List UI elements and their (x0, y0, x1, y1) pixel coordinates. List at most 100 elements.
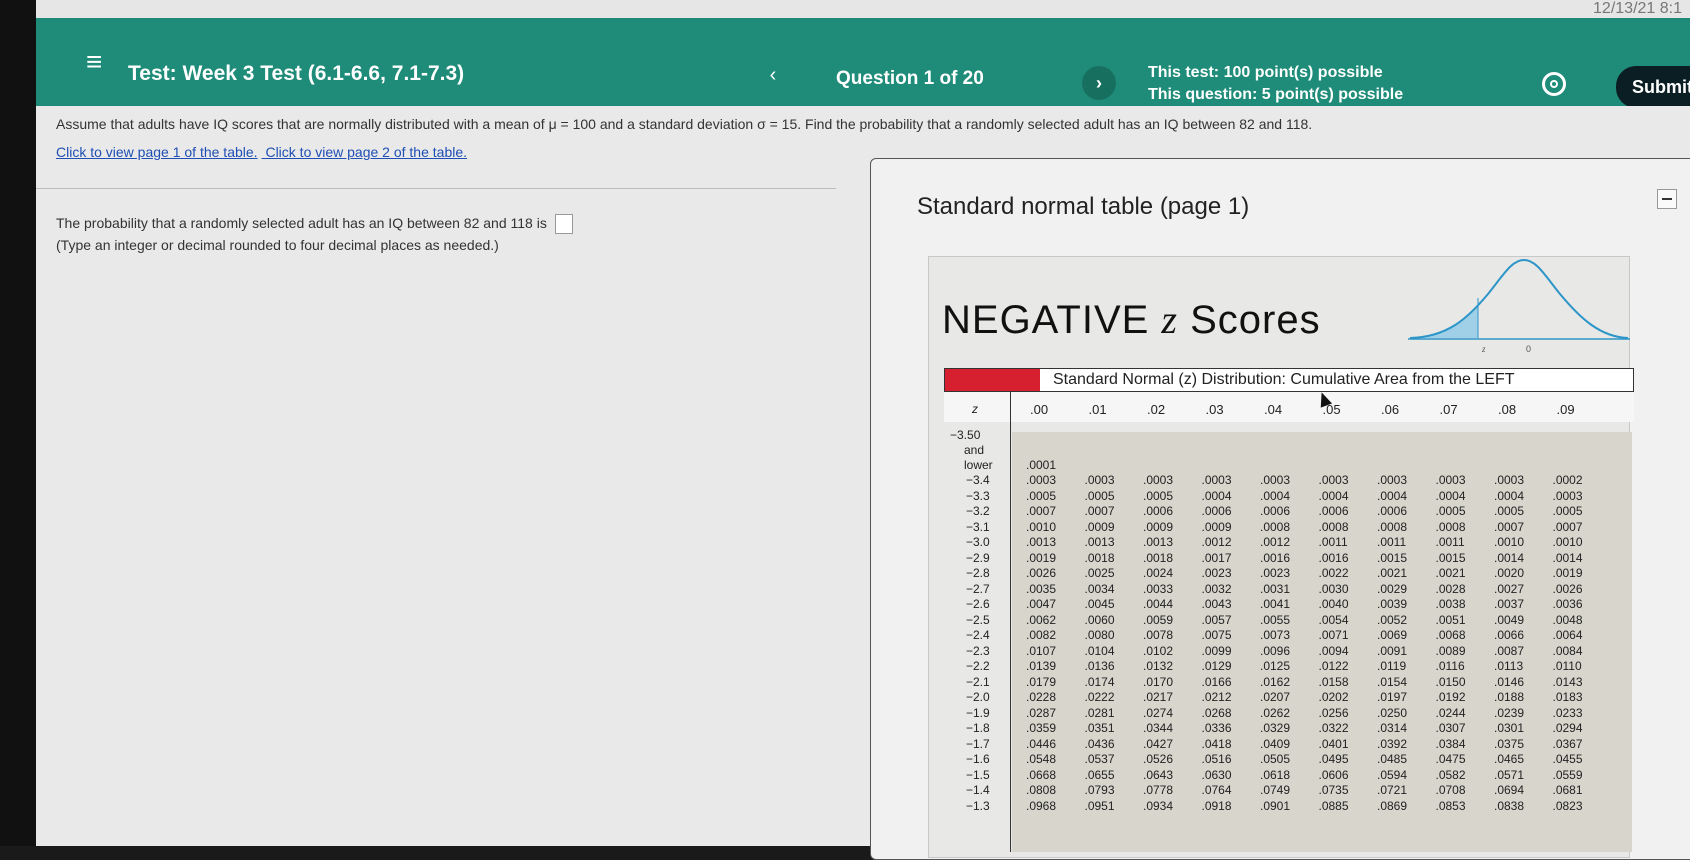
table-cell: .0005 (1143, 488, 1174, 503)
table-cell: .0384 (1435, 736, 1466, 751)
row-label: −3.3 (966, 488, 990, 503)
settings-icon[interactable] (1542, 72, 1566, 96)
table-cell: .0009 (1143, 519, 1174, 534)
row-label: −2.0 (966, 690, 990, 704)
table-cell: .0003 (1084, 473, 1115, 487)
menu-icon[interactable]: ≡ (86, 48, 102, 76)
table-cell: .0166 (1201, 674, 1232, 689)
table-cell: .0045 (1084, 597, 1115, 611)
test-points: This test: 100 point(s) possible (1148, 64, 1383, 81)
table-cell: .0708 (1435, 783, 1466, 797)
table-cell: .0119 (1377, 659, 1407, 673)
table-cell: .0418 (1201, 736, 1232, 751)
minimize-button[interactable] (1657, 189, 1677, 209)
table-cell: .0436 (1084, 736, 1115, 751)
table-cell: .0006 (1260, 504, 1291, 518)
table-cell: .0033 (1143, 581, 1174, 596)
table-cell: .0040 (1318, 597, 1349, 611)
next-question-button[interactable]: › (1082, 66, 1116, 100)
table-cell: .0307 (1435, 721, 1466, 735)
table-cell: .0011 (1377, 535, 1407, 549)
table-cell: .0047 (1026, 597, 1057, 611)
row-label: −2.4 (966, 628, 990, 642)
row-label: −2.8 (966, 566, 990, 580)
table-cell: .0055 (1260, 612, 1291, 627)
table-cell: .0008 (1318, 519, 1349, 534)
row-label: −2.9 (966, 550, 990, 565)
test-title: Test: Week 3 Test (6.1-6.6, 7.1-7.3) (128, 62, 465, 85)
table-cell: .0721 (1377, 783, 1408, 797)
table-cell: .0006 (1143, 504, 1174, 518)
table-cell: .0017 (1201, 550, 1232, 565)
table-cell: .0038 (1435, 597, 1466, 611)
table-cell: .0694 (1494, 783, 1525, 797)
table-cell: .0008 (1260, 519, 1291, 534)
table-cell: .0207 (1260, 690, 1291, 704)
screen-bezel (0, 0, 36, 846)
table-cell: .0026 (1552, 581, 1583, 596)
table-cell: .0505 (1260, 752, 1291, 766)
table-cell: .0630 (1201, 767, 1232, 782)
table-cell: .0197 (1377, 690, 1408, 704)
table-cell: .0475 (1435, 752, 1466, 766)
table-cell: .0668 (1026, 767, 1057, 782)
table-cell: .0150 (1435, 674, 1466, 689)
table-cell: .0013 (1026, 535, 1057, 549)
table-cell: .0094 (1318, 643, 1349, 658)
column-header: .09 (1556, 402, 1575, 417)
table-cell: .0526 (1143, 752, 1174, 766)
table-cell: .0250 (1377, 705, 1408, 720)
table-cell: .0027 (1494, 581, 1525, 596)
table-cell: .0012 (1260, 535, 1291, 549)
table-cell: .0023 (1260, 566, 1291, 580)
column-header: .03 (1205, 402, 1224, 417)
table-cell: .0582 (1435, 767, 1466, 782)
table-cell: .0139 (1026, 659, 1057, 673)
table-cell: .0154 (1377, 674, 1408, 689)
table-cell: .0024 (1143, 566, 1174, 580)
table-cell: .0735 (1318, 783, 1349, 797)
table-cell: .0336 (1201, 721, 1232, 735)
table-cell: .0012 (1201, 535, 1232, 549)
table-cell: .0099 (1201, 643, 1232, 658)
table-cell: .0082 (1026, 628, 1057, 642)
table-cell: .0446 (1026, 736, 1057, 751)
table-cell: .0202 (1318, 690, 1349, 704)
table-cell: .0618 (1260, 767, 1291, 782)
table-cell: .0059 (1143, 612, 1174, 627)
table-cell: .0869 (1377, 798, 1408, 813)
row-label: −2.6 (966, 597, 990, 611)
table-cell: .0049 (1494, 612, 1525, 627)
table-cell: .0681 (1552, 783, 1583, 797)
table-cell: .0010 (1026, 519, 1057, 534)
table-cell: .0006 (1318, 504, 1349, 518)
table-cell: .0062 (1026, 612, 1057, 627)
table-cell: .0018 (1084, 550, 1115, 565)
answer-input[interactable] (554, 214, 573, 235)
previous-question-button[interactable]: ‹ (758, 60, 788, 90)
table-cell: .0006 (1377, 504, 1408, 518)
view-table-page-1-link[interactable]: Click to view page 1 of the table. (56, 144, 258, 160)
heading-scores: Scores (1190, 298, 1321, 342)
table-cell: .0009 (1084, 519, 1115, 534)
table-cell: .0007 (1494, 519, 1525, 534)
table-cell: .0116 (1435, 659, 1465, 673)
submit-test-button[interactable]: Submit tes (1616, 66, 1690, 108)
table-cell: .0005 (1026, 488, 1057, 503)
row-label: −1.6 (966, 752, 990, 766)
table-cell: .0016 (1260, 550, 1291, 565)
row-label: −2.5 (966, 612, 990, 627)
table-cell: .0183 (1552, 690, 1583, 704)
table-cell: .0066 (1494, 628, 1525, 642)
view-table-page-2-link[interactable]: Click to view page 2 of the table. (265, 144, 467, 160)
table-cell: .0004 (1201, 488, 1232, 503)
table-cell: .0188 (1494, 690, 1525, 704)
table-cell: .0003 (1201, 473, 1232, 487)
table-cell: .0344 (1143, 721, 1174, 735)
table-cell: .0008 (1435, 519, 1466, 534)
table-cell: .0011 (1318, 535, 1348, 549)
column-header: .01 (1088, 402, 1107, 417)
table-cell: .0559 (1552, 767, 1583, 782)
column-header: .00 (1030, 402, 1049, 417)
table-cell: .0170 (1143, 674, 1174, 689)
